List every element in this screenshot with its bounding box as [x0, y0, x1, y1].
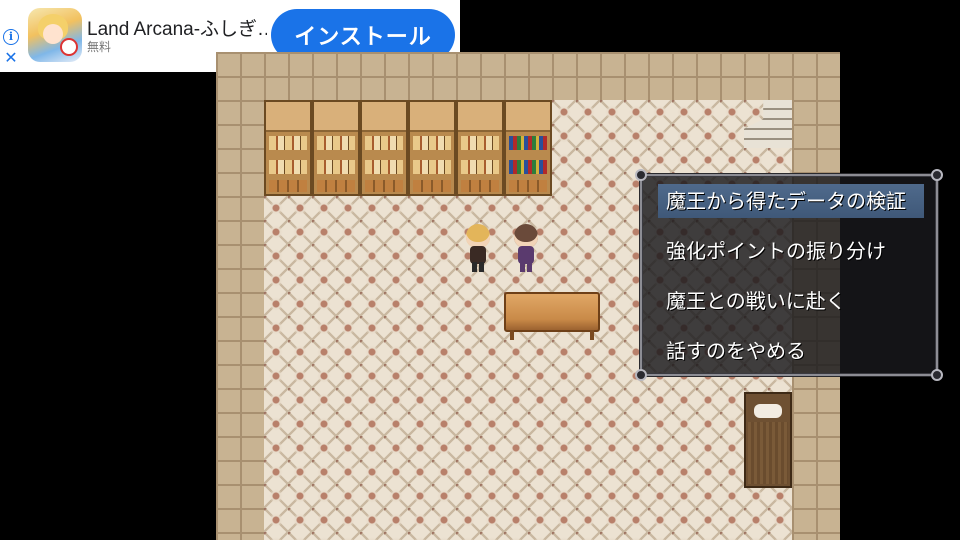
wall-top — [216, 52, 840, 100]
choice-list: 魔王から得たデータの検証 強化ポイントの振り分け 魔王との戦いに赴く 話すのをや… — [658, 184, 924, 376]
shelf — [408, 100, 456, 196]
app-icon-face — [43, 24, 63, 44]
choice-allocate-points[interactable]: 強化ポイントの振り分け — [658, 226, 924, 276]
bed — [744, 392, 792, 488]
ad-app-name[interactable]: Land Arcana-ふしぎ… — [87, 14, 267, 41]
bed-pillow — [754, 404, 782, 418]
window-corner-ornament — [931, 369, 943, 381]
choice-stop-talking[interactable]: 話すのをやめる — [658, 326, 924, 376]
shelf — [456, 100, 504, 196]
info-icon[interactable]: i — [3, 29, 19, 45]
bed-blanket — [748, 422, 788, 484]
shop-shelves — [264, 100, 552, 196]
npc-character — [510, 224, 542, 272]
choice-verify-data[interactable]: 魔王から得たデータの検証 — [658, 184, 924, 218]
wooden-table — [504, 292, 600, 340]
window-corner-ornament — [635, 169, 647, 181]
shelf — [312, 100, 360, 196]
player-character — [462, 224, 494, 272]
app-icon[interactable] — [28, 8, 82, 62]
shelf — [264, 100, 312, 196]
choice-menu: 魔王から得たデータの検証 強化ポイントの振り分け 魔王との戦いに赴く 話すのをや… — [635, 169, 943, 381]
window-corner-ornament — [931, 169, 943, 181]
close-icon[interactable]: ✕ — [3, 50, 19, 66]
app-icon-bird — [60, 38, 78, 56]
bookshelf — [504, 100, 552, 196]
choice-fight-demon-king[interactable]: 魔王との戦いに赴く — [658, 276, 924, 326]
wall-left — [216, 100, 264, 540]
window-corner-ornament — [635, 369, 647, 381]
ad-price: 無料 — [87, 40, 112, 54]
shelf — [360, 100, 408, 196]
